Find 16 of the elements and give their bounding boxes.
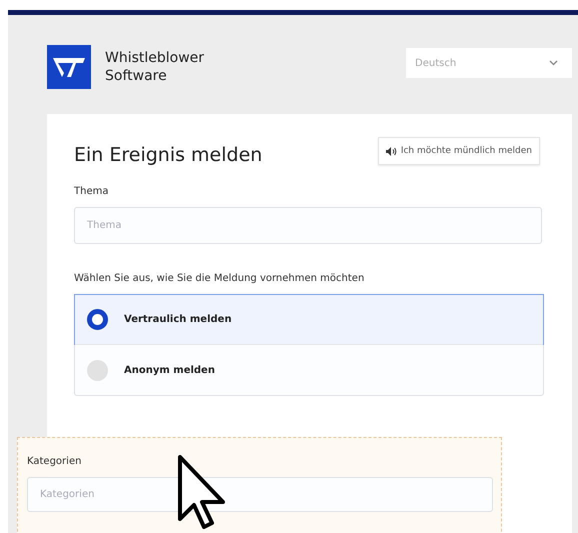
logo-icon: [47, 45, 91, 89]
speaker-icon: [386, 146, 397, 156]
radio-button[interactable]: [87, 360, 108, 380]
chevron-down-icon: [549, 60, 558, 66]
form-title: Ein Ereignis melden: [74, 143, 262, 166]
cursor-icon: [178, 455, 226, 529]
report-option[interactable]: Anonym melden: [75, 344, 543, 395]
question-text: Wählen Sie aus, wie Sie die Meldung vornehmen möchten: [74, 273, 366, 284]
oral-report-button[interactable]: Ich möchte mündlich melden: [378, 137, 540, 165]
subject-field[interactable]: Thema: [74, 207, 542, 244]
category-field[interactable]: Kategorien: [27, 477, 493, 512]
report-option[interactable]: Vertraulich melden: [74, 294, 544, 345]
field-label: Kategorien: [27, 456, 82, 467]
radio-button[interactable]: [87, 309, 108, 330]
brand-name: Whistleblower Software: [105, 49, 206, 85]
field-label: Thema: [74, 186, 110, 197]
